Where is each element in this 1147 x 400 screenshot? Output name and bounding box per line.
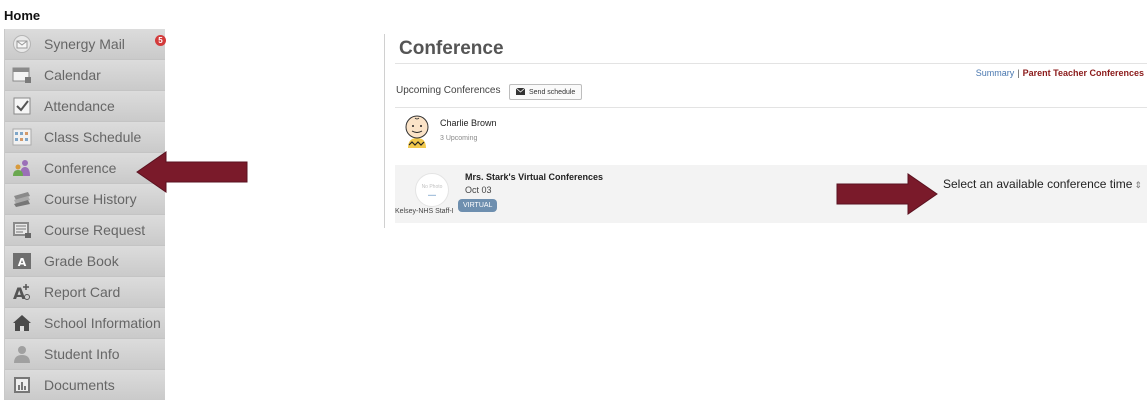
- sidebar-item-label: Course Request: [44, 222, 146, 238]
- sidebar-item-label: Course History: [44, 191, 137, 207]
- svg-text:A: A: [18, 256, 27, 269]
- sidebar-item-attendance[interactable]: Attendance: [5, 91, 165, 122]
- attendance-check-icon: [11, 96, 33, 116]
- conference-name: Mrs. Stark's Virtual Conferences: [465, 172, 604, 182]
- unread-badge: 5: [155, 35, 166, 46]
- sidebar-item-report-card[interactable]: A Report Card: [5, 277, 165, 308]
- conference-panel: Conference Summary | Parent Teacher Confer…: [384, 34, 1147, 228]
- upcoming-conferences-label: Upcoming Conferences: [396, 85, 501, 96]
- sidebar-item-label: Student Info: [44, 346, 120, 362]
- page-title: Home: [4, 8, 41, 23]
- no-photo-label: No Photo: [421, 183, 443, 190]
- parent-teacher-conferences-link[interactable]: Parent Teacher Conferences: [1023, 68, 1144, 78]
- sidebar-item-calendar[interactable]: Calendar: [5, 60, 165, 91]
- sidebar-item-label: Synergy Mail: [44, 36, 125, 52]
- sidebar-item-class-schedule[interactable]: Class Schedule: [5, 122, 165, 153]
- sidebar-item-synergy-mail[interactable]: Synergy Mail 5: [5, 29, 166, 60]
- sidebar-item-label: Attendance: [44, 98, 115, 114]
- sidebar-item-grade-book[interactable]: A Grade Book: [5, 246, 165, 277]
- summary-link[interactable]: Summary: [976, 68, 1015, 78]
- virtual-badge: VIRTUAL: [458, 199, 498, 212]
- calendar-icon: [11, 65, 33, 85]
- school-house-icon: [11, 313, 33, 333]
- view-links: Summary | Parent Teacher Conferences: [976, 68, 1144, 78]
- select-conference-time-dropdown[interactable]: Select an available conference time ⇕: [943, 177, 1142, 191]
- staff-name: Kelsey-NHS Staff-I: [395, 208, 454, 215]
- sort-arrows-icon: ⇕: [1134, 180, 1142, 190]
- student-avatar: [405, 115, 429, 148]
- envelope-icon: [515, 87, 526, 97]
- sidebar-item-label: School Information: [44, 315, 161, 331]
- sidebar: Synergy Mail 5 Calendar Attendance Class…: [4, 29, 166, 400]
- section-divider: [395, 107, 1147, 108]
- photo-logo-icon: ▬▬: [428, 191, 436, 197]
- sidebar-item-label: Class Schedule: [44, 129, 142, 145]
- staff-photo-placeholder: No Photo ▬▬: [415, 173, 449, 207]
- title-divider: [395, 63, 1147, 64]
- sidebar-item-label: Calendar: [44, 67, 101, 83]
- send-schedule-button[interactable]: Send schedule: [509, 84, 583, 100]
- course-history-icon: [11, 189, 33, 209]
- sidebar-item-label: Documents: [44, 377, 115, 393]
- course-request-icon: [11, 220, 33, 240]
- student-person-icon: [11, 344, 33, 364]
- right-pointing-arrow-icon: [836, 173, 938, 215]
- student-name: Charlie Brown: [440, 118, 497, 128]
- mail-icon: [11, 34, 33, 54]
- sidebar-item-student-info[interactable]: Student Info: [5, 339, 165, 370]
- documents-icon: [11, 375, 33, 395]
- select-time-label: Select an available conference time: [943, 177, 1133, 191]
- send-schedule-label: Send schedule: [529, 88, 576, 96]
- conference-row[interactable]: No Photo ▬▬ Kelsey-NHS Staff-I Mrs. Star…: [395, 165, 1147, 223]
- class-schedule-icon: [11, 127, 33, 147]
- conference-date: Oct 03: [465, 185, 492, 195]
- sidebar-item-label: Conference: [44, 160, 117, 176]
- conference-people-icon: [11, 158, 33, 178]
- sidebar-item-documents[interactable]: Documents: [5, 370, 165, 400]
- left-pointing-arrow-icon: [136, 151, 248, 193]
- report-card-icon: A: [11, 282, 33, 302]
- grade-book-icon: A: [11, 251, 33, 271]
- link-separator: |: [1017, 68, 1020, 78]
- sidebar-item-label: Report Card: [44, 284, 121, 300]
- sidebar-item-label: Grade Book: [44, 253, 119, 269]
- sidebar-item-school-information[interactable]: School Information: [5, 308, 165, 339]
- sidebar-item-course-request[interactable]: Course Request: [5, 215, 165, 246]
- conference-title: Conference: [399, 38, 504, 59]
- upcoming-count: 3 Upcoming: [440, 135, 478, 142]
